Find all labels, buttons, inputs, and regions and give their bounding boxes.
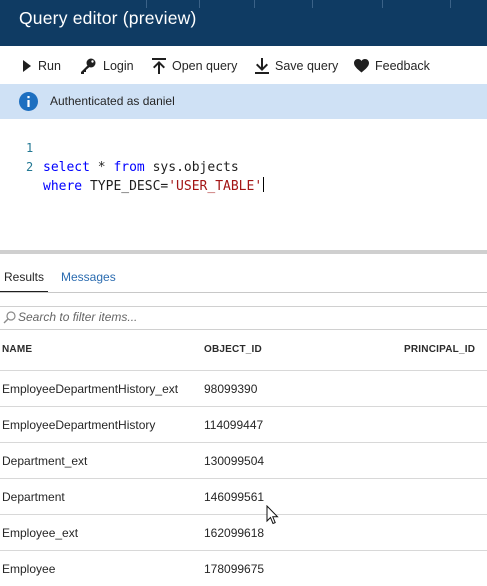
login-label: Login — [103, 59, 134, 73]
window-title: Query editor (preview) — [19, 8, 197, 28]
save-query-button[interactable]: Save query — [255, 56, 338, 76]
editor-line: 2 where TYPE_DESC='USER_TABLE' — [0, 139, 265, 194]
download-icon — [255, 58, 269, 74]
title-bar-divider — [146, 0, 147, 8]
table-row[interactable]: Employee 178099675 — [0, 551, 487, 586]
mouse-pointer-icon — [266, 505, 279, 525]
column-header-name[interactable]: NAME — [2, 344, 32, 355]
filter-bar — [0, 306, 487, 330]
title-bar-divider — [382, 0, 383, 8]
table-row[interactable]: Department 146099561 — [0, 479, 487, 515]
key-icon — [81, 58, 96, 74]
run-button[interactable]: Run — [22, 56, 61, 76]
cell-name: Department_ext — [2, 454, 88, 468]
cell-object-id: 114099447 — [204, 418, 264, 432]
search-icon — [3, 311, 16, 324]
tab-messages[interactable]: Messages — [61, 270, 116, 284]
title-bar-divider — [312, 0, 313, 8]
cell-name: Employee_ext — [2, 526, 79, 540]
sql-keyword: from — [113, 160, 145, 175]
title-bar-divider — [254, 0, 255, 8]
filter-input[interactable] — [18, 309, 458, 325]
table-row[interactable]: EmployeeDepartmentHistory_ext 98099390 — [0, 371, 487, 407]
heart-icon — [354, 59, 369, 73]
table-row[interactable]: Employee_ext 162099618 — [0, 515, 487, 551]
tabs-divider — [0, 292, 487, 293]
table-row[interactable]: Department_ext 130099504 — [0, 443, 487, 479]
table-row[interactable]: EmployeeDepartmentHistory 114099447 — [0, 407, 487, 443]
sql-text: sys.objects — [144, 160, 239, 175]
tab-results[interactable]: Results — [4, 270, 44, 284]
info-icon — [19, 92, 38, 111]
feedback-label: Feedback — [375, 59, 430, 73]
upload-icon — [152, 58, 166, 74]
run-label: Run — [38, 59, 61, 73]
pane-splitter[interactable] — [0, 250, 487, 254]
cell-object-id: 162099618 — [204, 526, 265, 540]
result-tabs: Results Messages — [0, 262, 487, 293]
code-text: select * from sys.objects — [43, 158, 239, 177]
grid-header: NAME OBJECT_ID PRINCIPAL_ID — [0, 330, 487, 371]
cell-name: EmployeeDepartmentHistory_ext — [2, 382, 179, 396]
cell-object-id: 178099675 — [204, 562, 265, 576]
text-caret — [263, 177, 265, 192]
play-icon — [23, 60, 31, 72]
sql-keyword: select — [43, 160, 90, 175]
save-query-label: Save query — [275, 59, 339, 73]
cell-name: Employee — [2, 562, 56, 576]
open-query-label: Open query — [172, 59, 238, 73]
column-header-principal-id[interactable]: PRINCIPAL_ID — [404, 344, 475, 355]
sql-editor[interactable]: 1 select * from sys.objects 2 where TYPE… — [0, 119, 487, 250]
auth-message: Authenticated as daniel — [50, 94, 175, 108]
feedback-button[interactable]: Feedback — [354, 56, 430, 76]
title-bar: Query editor (preview) — [0, 0, 487, 46]
line-number: 2 — [26, 160, 34, 174]
sql-string: 'USER_TABLE' — [168, 179, 263, 194]
code-text: where TYPE_DESC='USER_TABLE' — [43, 177, 265, 196]
login-button[interactable]: Login — [80, 56, 134, 76]
title-bar-divider — [199, 0, 200, 8]
cell-object-id: 98099390 — [204, 382, 258, 396]
open-query-button[interactable]: Open query — [152, 56, 237, 76]
auth-banner: Authenticated as daniel — [0, 84, 487, 119]
toolbar: Run Login Open query Save query Feedback — [0, 46, 487, 84]
title-bar-divider — [450, 0, 451, 8]
column-header-object-id[interactable]: OBJECT_ID — [204, 344, 262, 355]
cell-object-id: 130099504 — [204, 454, 265, 468]
sql-text: TYPE_DESC= — [82, 179, 169, 194]
cell-object-id: 146099561 — [204, 490, 265, 504]
sql-text: * — [89, 160, 114, 175]
cell-name: EmployeeDepartmentHistory — [2, 418, 156, 432]
sql-keyword: where — [43, 179, 83, 194]
cell-name: Department — [2, 490, 65, 504]
editor-line: 1 select * from sys.objects — [0, 120, 239, 175]
